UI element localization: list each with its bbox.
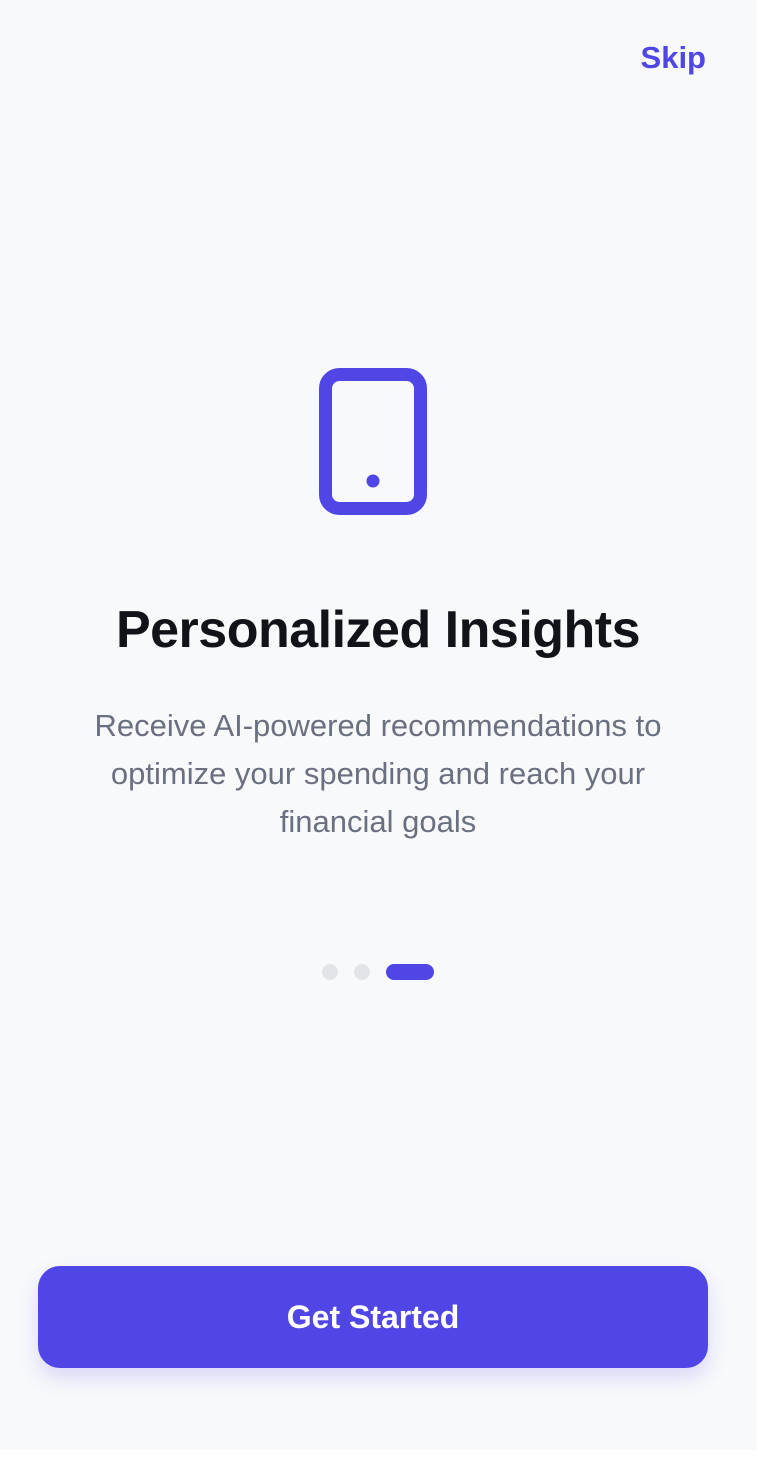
skip-button[interactable]: Skip bbox=[639, 36, 708, 80]
get-started-button[interactable]: Get Started bbox=[38, 1266, 708, 1368]
page-dot-2[interactable] bbox=[354, 964, 370, 980]
onboarding-screen: Skip Personalized Insights Receive AI-po… bbox=[0, 0, 756, 1450]
page-dot-1[interactable] bbox=[322, 964, 338, 980]
slide-description: Receive AI-powered recommendations to op… bbox=[94, 708, 662, 839]
page-indicator bbox=[0, 964, 756, 980]
page-dot-3-active[interactable] bbox=[386, 964, 434, 980]
slide-title: Personalized Insights bbox=[115, 601, 641, 659]
smartphone-icon bbox=[319, 368, 427, 515]
